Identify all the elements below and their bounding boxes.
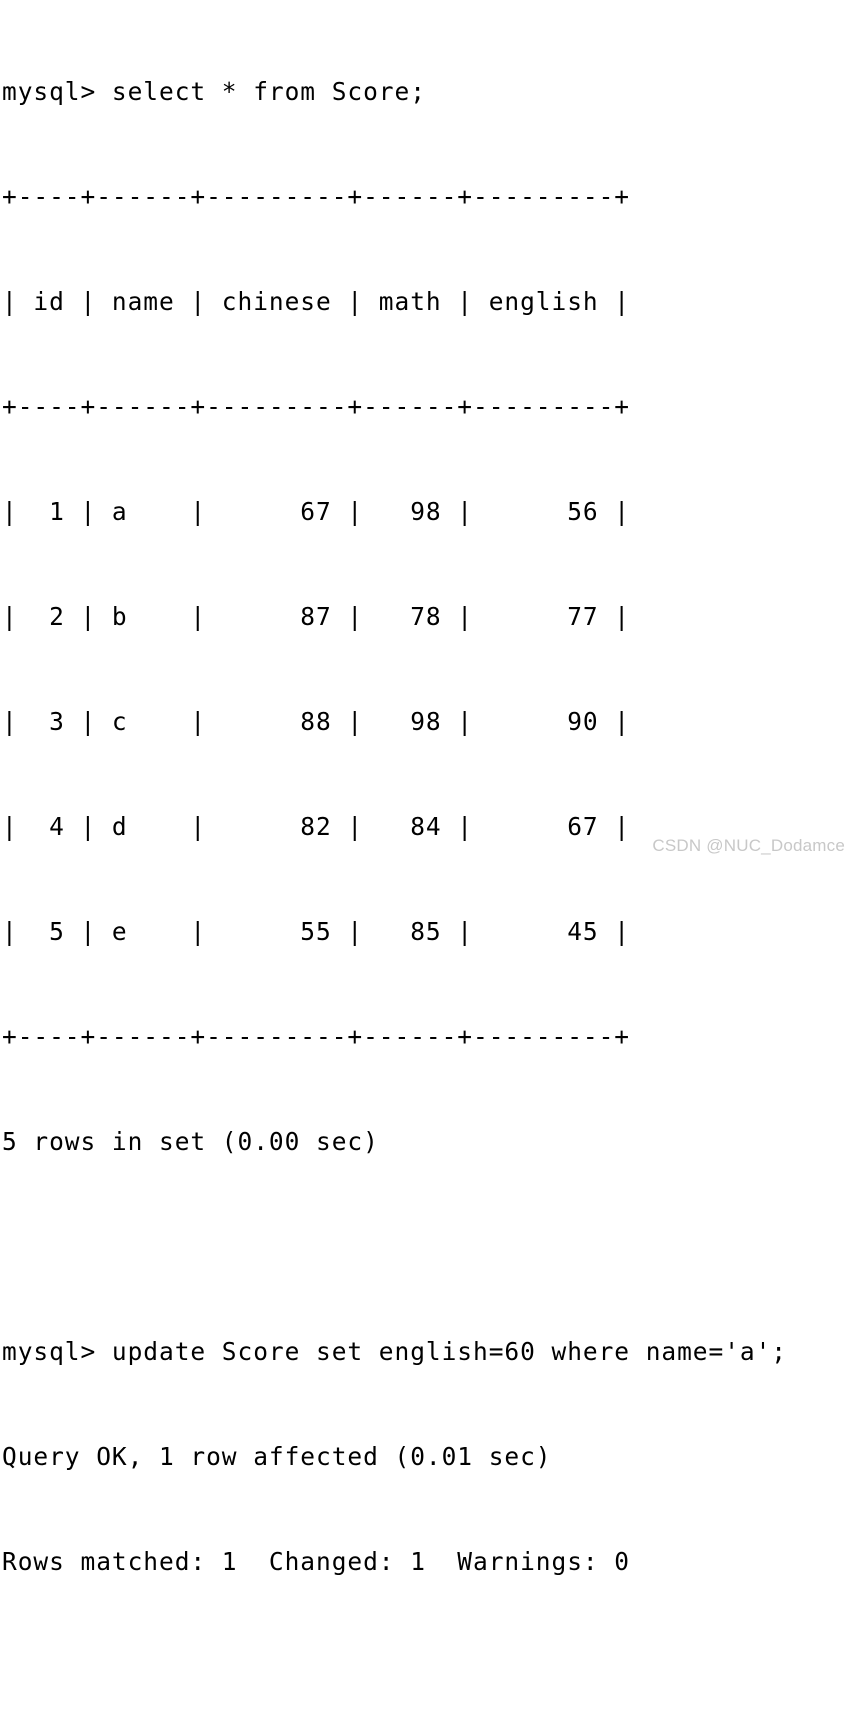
table-row: | 3 | c | 88 | 98 | 90 | [2,707,631,736]
terminal-line: +----+------+---------+------+---------+ [2,182,631,211]
terminal-line: mysql> update Score set english=60 where… [2,1337,788,1366]
terminal-line: +----+------+---------+------+---------+ [2,392,631,421]
status-line: Query OK, 1 row affected (0.01 sec) [2,1442,552,1471]
terminal-output[interactable]: mysql> select * from Score; +----+------… [0,0,855,1576]
status-line: Rows matched: 1 Changed: 1 Warnings: 0 [2,1547,631,1576]
status-line: 5 rows in set (0.00 sec) [2,1127,379,1156]
terminal-line: mysql> select * from Score; [2,77,426,106]
csdn-watermark: CSDN @NUC_Dodamce [652,836,845,855]
table-row: | 2 | b | 87 | 78 | 77 | [2,602,631,631]
table-row: | 5 | e | 55 | 85 | 45 | [2,917,631,946]
table-row: | 1 | a | 67 | 98 | 56 | [2,497,631,526]
terminal-line: +----+------+---------+------+---------+ [2,1022,631,1051]
terminal-line: | id | name | chinese | math | english | [2,287,631,316]
